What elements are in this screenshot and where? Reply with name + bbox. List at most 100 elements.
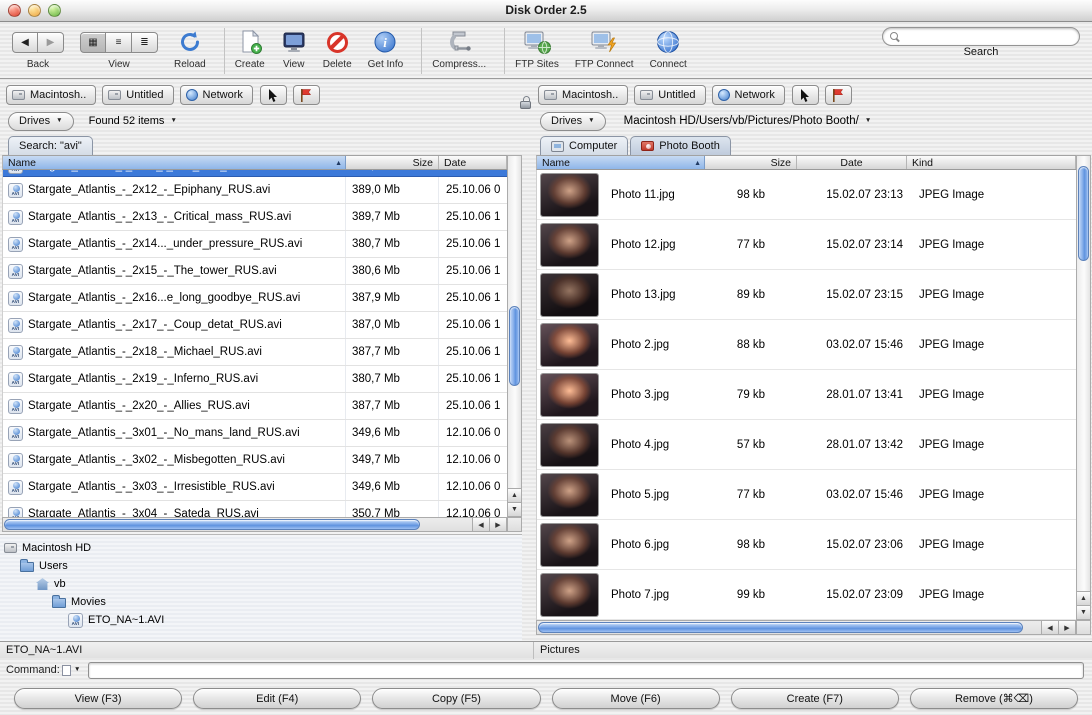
- file-row[interactable]: Photo 2.jpg 88 kb 03.02.07 15:46 JPEG Im…: [537, 320, 1076, 370]
- function-button[interactable]: View (F3): [14, 688, 183, 709]
- drive-tab[interactable]: Untitled: [634, 85, 706, 105]
- back-button[interactable]: ◀: [12, 31, 38, 53]
- file-row[interactable]: Photo 12.jpg 77 kb 15.02.07 23:14 JPEG I…: [537, 220, 1076, 270]
- left-horizontal-scrollbar[interactable]: ◀ ▶: [2, 517, 507, 532]
- search-box[interactable]: [882, 27, 1080, 46]
- file-row[interactable]: Photo 13.jpg 89 kb 15.02.07 23:15 JPEG I…: [537, 270, 1076, 320]
- preview-tool[interactable]: View: [281, 27, 307, 70]
- hot-list-button[interactable]: [824, 85, 852, 105]
- file-row[interactable]: Photo 11.jpg 98 kb 15.02.07 23:13 JPEG I…: [537, 170, 1076, 220]
- list-view-button[interactable]: ≡: [106, 31, 132, 53]
- function-button[interactable]: Copy (F5): [372, 688, 541, 709]
- file-row[interactable]: Stargate_Atlantis_-_3x01_-_No_mans_land_…: [3, 420, 507, 447]
- file-row[interactable]: Stargate_Atlantis_-_2x18_-_Michael_RUS.a…: [3, 339, 507, 366]
- file-date-cell: 03.02.07 15:46: [826, 338, 903, 351]
- drive-tab[interactable]: Macintosh..: [538, 85, 629, 105]
- function-button[interactable]: Create (F7): [730, 688, 899, 709]
- search-icon: [890, 31, 900, 42]
- scrollbar-thumb[interactable]: [538, 622, 1023, 633]
- scroll-right-button[interactable]: ▶: [1058, 621, 1075, 634]
- file-row[interactable]: Photo 6.jpg 98 kb 15.02.07 23:06 JPEG Im…: [537, 520, 1076, 570]
- right-vertical-scrollbar[interactable]: ▲ ▼: [1076, 155, 1091, 620]
- column-header-name[interactable]: Name ▲: [537, 156, 705, 169]
- file-row[interactable]: Stargate_Atlantis_-_2x16...e_long_goodby…: [3, 285, 507, 312]
- tree-row[interactable]: ETO_NA~1.AVI: [0, 611, 522, 629]
- scrollbar-thumb[interactable]: [1078, 166, 1089, 261]
- column-header-name[interactable]: Name ▲: [3, 156, 346, 169]
- create-tool[interactable]: Create: [235, 27, 265, 70]
- command-history-button[interactable]: ▼: [62, 662, 86, 679]
- scroll-up-button[interactable]: ▲: [1077, 591, 1090, 605]
- scroll-right-button[interactable]: ▶: [489, 518, 506, 531]
- ftp-sites-tool[interactable]: FTP Sites: [515, 27, 559, 70]
- file-row[interactable]: Stargate_Atlantis_-_2x17_-_Coup_detat_RU…: [3, 312, 507, 339]
- file-row[interactable]: Stargate_Atlantis_-_2x19_-_Inferno_RUS.a…: [3, 366, 507, 393]
- command-input[interactable]: [88, 662, 1084, 679]
- icon-view-button[interactable]: ▦: [80, 31, 106, 53]
- function-button[interactable]: Edit (F4): [193, 688, 362, 709]
- file-row[interactable]: Stargate_Atlantis_-_3x03_-_Irresistible_…: [3, 474, 507, 501]
- forward-button[interactable]: ▶: [38, 31, 64, 53]
- right-drives-button[interactable]: Drives ▼: [540, 111, 606, 131]
- right-horizontal-scrollbar[interactable]: ◀ ▶: [536, 620, 1076, 635]
- avi-file-icon: [8, 170, 23, 174]
- scroll-left-button[interactable]: ◀: [472, 518, 489, 531]
- tree-row[interactable]: Macintosh HD: [0, 539, 522, 557]
- folder-tab-label: Photo Booth: [659, 140, 720, 152]
- detail-view-button[interactable]: ≣: [132, 31, 158, 53]
- file-row[interactable]: Stargate_Atlantis_-_3x02_-_Misbegotten_R…: [3, 447, 507, 474]
- file-name: Stargate_Atlantis_-_2x16...e_long_goodby…: [28, 292, 301, 304]
- tree-row[interactable]: Users: [0, 557, 522, 575]
- file-row[interactable]: Photo 5.jpg 77 kb 03.02.07 15:46 JPEG Im…: [537, 470, 1076, 520]
- scrollbar-thumb[interactable]: [4, 519, 420, 530]
- search-results-tab[interactable]: Search: "avi": [8, 136, 93, 155]
- delete-tool[interactable]: Delete: [323, 27, 352, 70]
- found-items-dropdown[interactable]: Found 52 items ▼: [89, 115, 177, 127]
- file-row[interactable]: Stargate_Atlantis_-_2x14..._under_pressu…: [3, 231, 507, 258]
- file-row[interactable]: Stargate_Atlantis_-_2x11_-_The_hive_RUS.…: [3, 170, 507, 177]
- file-row[interactable]: Stargate_Atlantis_-_2x13_-_Critical_mass…: [3, 204, 507, 231]
- function-button[interactable]: Move (F6): [551, 688, 720, 709]
- column-header-size[interactable]: Size: [705, 156, 797, 169]
- tree-row[interactable]: vb: [0, 575, 522, 593]
- scroll-left-button[interactable]: ◀: [1041, 621, 1058, 634]
- column-header-date[interactable]: Date: [439, 156, 507, 169]
- tree-row[interactable]: Movies: [0, 593, 522, 611]
- file-row[interactable]: Stargate_Atlantis_-_2x20_-_Allies_RUS.av…: [3, 393, 507, 420]
- file-row[interactable]: Photo 3.jpg 79 kb 28.01.07 13:41 JPEG Im…: [537, 370, 1076, 420]
- function-button[interactable]: Remove (⌘⌫): [909, 688, 1079, 709]
- column-header-size[interactable]: Size: [346, 156, 439, 169]
- folder-tab[interactable]: Computer: [540, 136, 629, 155]
- column-header-kind[interactable]: Kind: [907, 156, 1076, 169]
- drive-tab[interactable]: Network: [179, 85, 253, 105]
- pointer-tool-button[interactable]: [259, 85, 287, 105]
- drive-tab[interactable]: Macintosh..: [6, 85, 97, 105]
- compress-tool[interactable]: Compress...: [432, 27, 486, 70]
- connect-tool[interactable]: Connect: [650, 27, 687, 70]
- scroll-up-button[interactable]: ▲: [508, 488, 521, 502]
- reload-tool[interactable]: Reload: [174, 27, 206, 70]
- scrollbar-thumb[interactable]: [509, 306, 520, 386]
- scroll-down-button[interactable]: ▼: [1077, 605, 1090, 619]
- column-header-date[interactable]: Date: [797, 156, 907, 169]
- left-vertical-scrollbar[interactable]: ▲ ▼: [507, 155, 522, 517]
- file-name-cell: Stargate_Atlantis_-_2x14..._under_pressu…: [3, 231, 346, 257]
- scroll-down-button[interactable]: ▼: [508, 502, 521, 516]
- drive-tab[interactable]: Untitled: [102, 85, 174, 105]
- left-drives-button[interactable]: Drives ▼: [8, 111, 74, 131]
- drive-tab[interactable]: Network: [711, 85, 785, 105]
- folder-tab[interactable]: Photo Booth: [630, 136, 731, 155]
- hot-list-button[interactable]: [292, 85, 320, 105]
- file-row[interactable]: Photo 7.jpg 99 kb 15.02.07 23:09 JPEG Im…: [537, 570, 1076, 620]
- ftp-connect-tool[interactable]: FTP Connect: [575, 27, 634, 70]
- file-date-cell: 28.01.07 13:41: [826, 388, 903, 401]
- file-row[interactable]: Stargate_Atlantis_-_2x15_-_The_tower_RUS…: [3, 258, 507, 285]
- file-row[interactable]: Stargate_Atlantis_-_2x12_-_Epiphany_RUS.…: [3, 177, 507, 204]
- pointer-tool-button[interactable]: [791, 85, 819, 105]
- path-dropdown[interactable]: Macintosh HD/Users/vb/Pictures/Photo Boo…: [624, 115, 872, 127]
- search-input[interactable]: [905, 29, 1072, 44]
- tree-label: Macintosh HD: [22, 542, 92, 554]
- get-info-tool[interactable]: i Get Info: [368, 27, 403, 70]
- file-row[interactable]: Photo 4.jpg 57 kb 28.01.07 13:42 JPEG Im…: [537, 420, 1076, 470]
- file-row[interactable]: Stargate_Atlantis_-_3x04_-_Sateda_RUS.av…: [3, 501, 507, 517]
